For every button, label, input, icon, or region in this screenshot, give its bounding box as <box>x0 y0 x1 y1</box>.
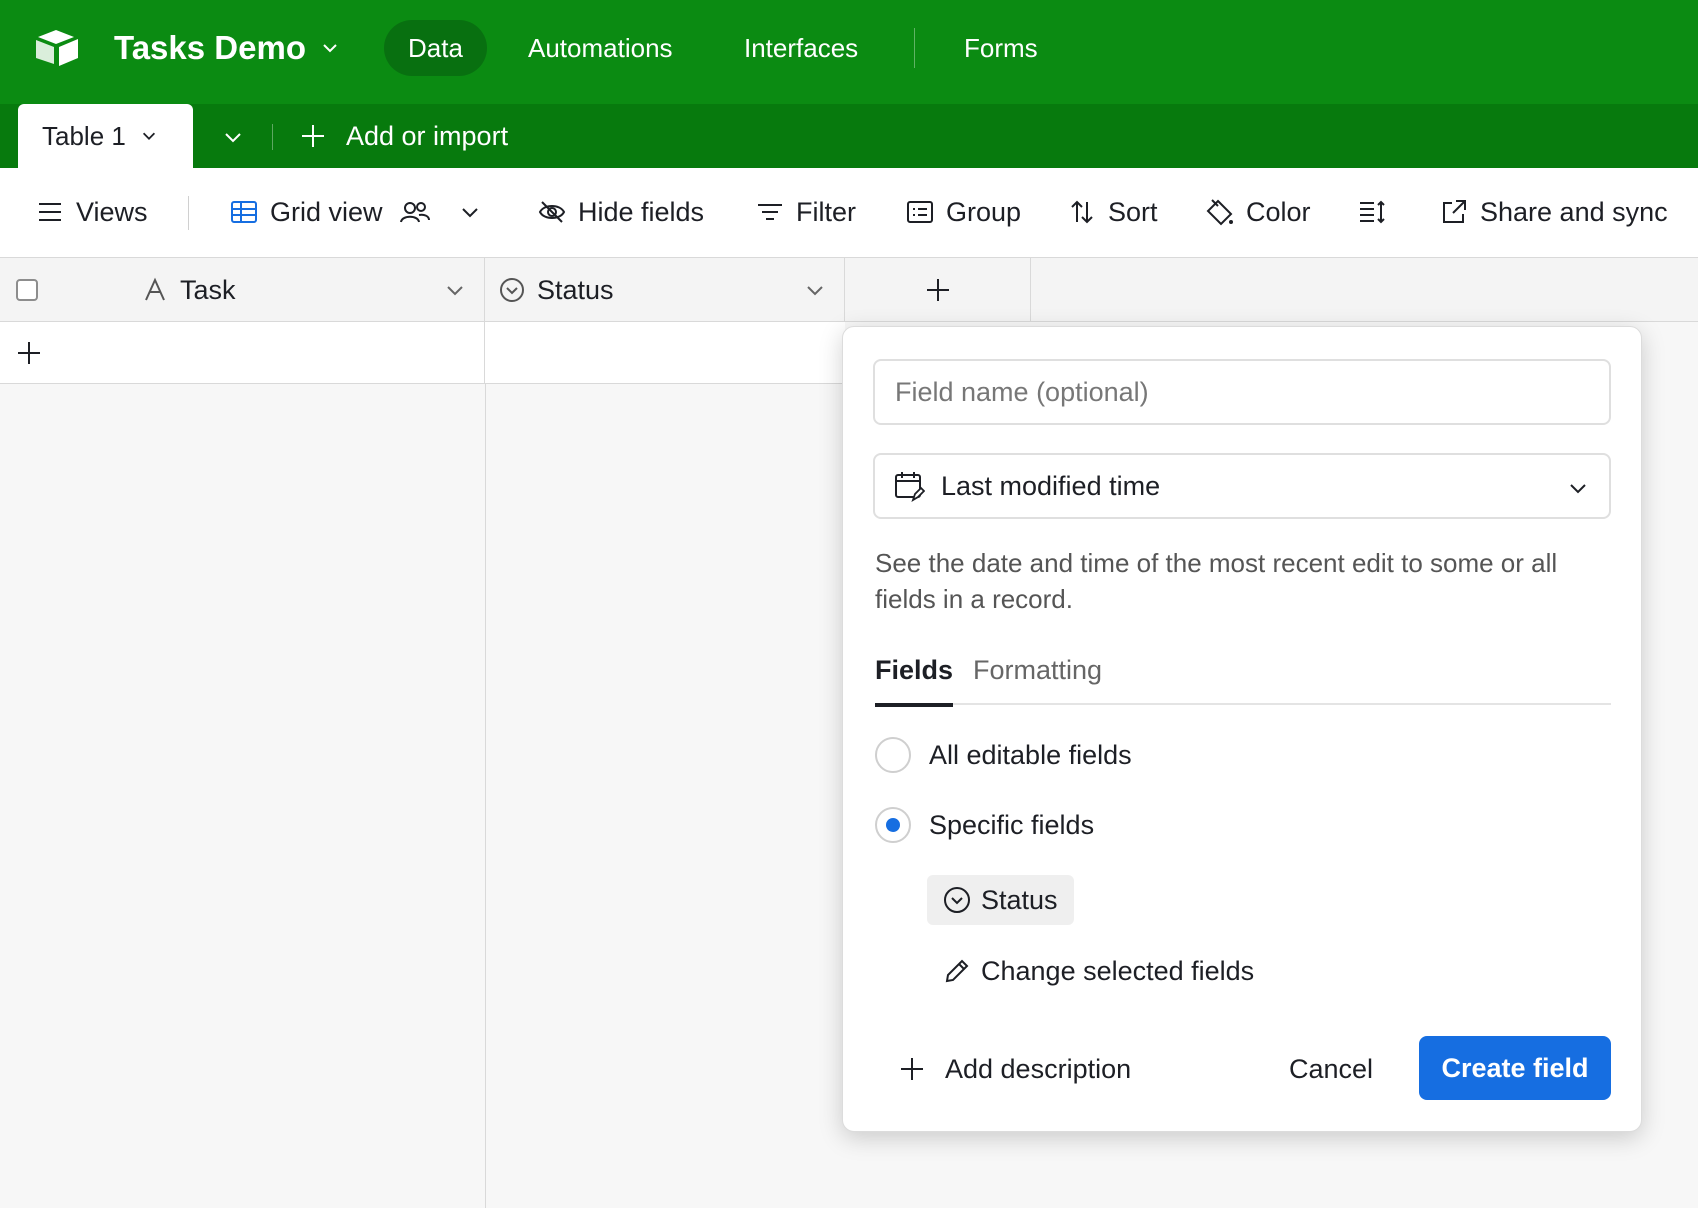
option-specific-fields[interactable]: Specific fields <box>875 805 1094 845</box>
nav-forms[interactable]: Forms <box>940 20 1062 76</box>
chevron-down-icon[interactable] <box>459 201 481 223</box>
collaborative-view-icon <box>399 202 430 223</box>
change-selected-fields-button[interactable]: Change selected fields <box>943 951 1254 991</box>
row-height-button[interactable] <box>1358 192 1398 232</box>
nav-data[interactable]: Data <box>384 20 487 76</box>
column-header-task[interactable]: Task <box>0 258 485 322</box>
column-name-task: Task <box>180 274 236 305</box>
grid-view-icon <box>231 201 257 223</box>
add-record-row[interactable] <box>0 322 485 384</box>
row-height-icon <box>1360 200 1385 224</box>
tab-formatting[interactable]: Formatting <box>973 655 1102 705</box>
eye-slash-icon <box>538 201 566 223</box>
cancel-button[interactable]: Cancel <box>1277 1037 1385 1101</box>
table-bar: Table 1 Add or import <box>0 104 1698 168</box>
viewbar-divider <box>188 196 189 230</box>
paint-bucket-icon <box>1206 199 1233 226</box>
table-name: Table 1 <box>42 120 126 151</box>
view-switcher[interactable]: Grid view <box>230 192 493 232</box>
add-or-import-button[interactable]: Add or import <box>300 118 508 154</box>
group-icon <box>907 201 933 223</box>
table-tab[interactable]: Table 1 <box>18 104 193 168</box>
nav-interfaces[interactable]: Interfaces <box>720 20 882 76</box>
airtable-logo-icon[interactable] <box>34 28 82 68</box>
select-all-checkbox[interactable] <box>16 279 38 301</box>
sort-label: Sort <box>1108 196 1158 227</box>
selected-field-chip: Status <box>927 875 1074 925</box>
create-field-button[interactable]: Create field <box>1419 1036 1611 1100</box>
chevron-down-icon[interactable] <box>805 280 825 300</box>
share-and-sync-label: Share and sync <box>1480 196 1668 227</box>
option-specific-label: Specific fields <box>929 809 1095 840</box>
base-name: Tasks Demo <box>114 29 306 66</box>
create-field-popup: Last modified time See the date and time… <box>842 326 1642 1132</box>
change-selected-fields-label: Change selected fields <box>981 955 1255 986</box>
hide-fields-label: Hide fields <box>578 196 705 227</box>
plus-icon <box>901 1058 923 1080</box>
add-field-button[interactable] <box>845 258 1031 322</box>
top-bar: Tasks Demo Data Automations Interfaces F… <box>0 0 1698 104</box>
group-label: Group <box>946 196 1022 227</box>
base-name-menu[interactable]: Tasks Demo <box>114 29 340 67</box>
plus-icon <box>302 125 324 147</box>
nav-divider <box>914 28 915 68</box>
column-header-status[interactable]: Status <box>485 258 845 322</box>
external-link-icon <box>1443 200 1466 223</box>
calendar-edit-icon <box>895 472 925 502</box>
chevron-down-icon <box>1570 484 1586 494</box>
radio-all-editable[interactable] <box>875 737 911 773</box>
hide-fields-button[interactable]: Hide fields <box>538 192 704 232</box>
chevron-circle-icon <box>500 278 524 302</box>
column-name-status: Status <box>537 274 614 305</box>
nav-automations[interactable]: Automations <box>504 20 697 76</box>
add-or-import-label: Add or import <box>346 120 509 151</box>
sort-icon <box>1071 200 1093 224</box>
add-record-row-status-cell[interactable] <box>485 322 845 384</box>
add-description-label: Add description <box>945 1053 1132 1084</box>
plus-icon <box>926 279 949 301</box>
share-and-sync-button[interactable]: Share and sync <box>1440 192 1668 232</box>
field-name-input[interactable] <box>873 359 1611 425</box>
pencil-icon <box>945 959 969 983</box>
filter-icon <box>758 204 782 220</box>
tables-menu-chevron-icon[interactable] <box>222 126 244 148</box>
chevron-down-icon <box>323 44 337 53</box>
tablebar-divider <box>272 124 273 150</box>
hamburger-icon <box>39 203 61 221</box>
selected-field-label: Status <box>981 884 1058 915</box>
view-name: Grid view <box>270 196 383 227</box>
sort-button[interactable]: Sort <box>1068 192 1158 232</box>
chevron-down-icon <box>142 132 155 140</box>
column-divider <box>485 384 486 1208</box>
field-type-label: Last modified time <box>941 470 1161 501</box>
option-all-editable-fields[interactable]: All editable fields <box>875 735 1132 775</box>
radio-specific-fields[interactable] <box>875 807 911 843</box>
filter-button[interactable]: Filter <box>756 192 856 232</box>
views-toggle-button[interactable]: Views <box>36 192 148 232</box>
tab-fields[interactable]: Fields <box>875 655 954 707</box>
grid-header: Task Status <box>0 258 1698 322</box>
popup-tabs: Fields Formatting <box>875 655 1611 707</box>
chevron-circle-icon <box>944 887 970 913</box>
text-a-icon <box>145 277 165 301</box>
chevron-down-icon[interactable] <box>445 280 465 300</box>
field-type-select[interactable]: Last modified time <box>873 453 1611 519</box>
color-label: Color <box>1246 196 1311 227</box>
group-button[interactable]: Group <box>906 192 1021 232</box>
add-description-button[interactable]: Add description <box>899 1049 1131 1089</box>
field-type-description: See the date and time of the most recent… <box>875 548 1558 614</box>
filter-label: Filter <box>796 196 856 227</box>
option-all-editable-label: All editable fields <box>929 739 1132 770</box>
color-button[interactable]: Color <box>1206 192 1311 232</box>
view-bar: Views Grid view Hide fields Filter Group… <box>0 168 1698 258</box>
views-label: Views <box>76 196 148 227</box>
plus-icon <box>18 342 40 364</box>
